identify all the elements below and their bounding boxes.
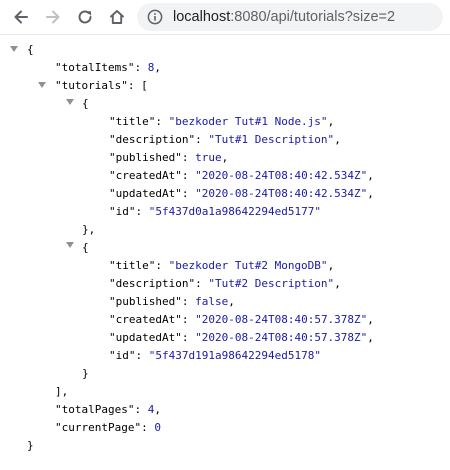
json-key: "totalPages" [55, 403, 135, 416]
json-line-totalpages: "totalPages": 4, [55, 403, 161, 416]
json-object-open: { [82, 241, 89, 254]
address-bar[interactable]: localhost:8080/api/tutorials?size=2 [137, 3, 443, 31]
url-host: localhost [173, 9, 231, 25]
back-arrow-icon [14, 10, 28, 24]
reload-icon [78, 10, 92, 24]
json-key: "updatedAt" [109, 331, 182, 344]
json-line-id: "id": "5f437d0a1a98642294ed5177" [109, 205, 321, 218]
json-line-updatedat: "updatedAt": "2020-08-24T08:40:42.534Z", [109, 187, 374, 200]
url-text: localhost:8080/api/tutorials?size=2 [173, 3, 395, 31]
json-line-tutorials: "tutorials": [ [55, 79, 148, 92]
json-key: "published" [109, 295, 182, 308]
json-line-published: "published": false, [109, 295, 235, 308]
home-icon [110, 10, 124, 24]
home-button[interactable] [104, 4, 130, 30]
reload-button[interactable] [72, 4, 98, 30]
json-value: "5f437d191a98642294ed5178" [148, 349, 321, 362]
json-value: "2020-08-24T08:40:57.378Z" [195, 331, 368, 344]
json-value: "Tut#2 Description" [208, 277, 335, 290]
json-line-id: "id": "5f437d191a98642294ed5178" [109, 349, 321, 362]
json-object-close: } [82, 367, 89, 380]
json-key: "totalItems" [55, 61, 135, 74]
json-value: 0 [154, 421, 161, 434]
json-line-totalitems: "totalItems": 8, [55, 61, 161, 74]
json-key: "id" [109, 349, 136, 362]
json-key: "createdAt" [109, 169, 182, 182]
json-line-createdat: "createdAt": "2020-08-24T08:40:57.378Z", [109, 313, 374, 326]
json-key: "id" [109, 205, 136, 218]
back-button[interactable] [8, 4, 34, 30]
json-viewer: { "totalItems": 8, "tutorials": [ { "tit… [0, 34, 450, 470]
json-key: "updatedAt" [109, 187, 182, 200]
json-line-description: "description": "Tut#1 Description", [109, 133, 341, 146]
forward-button[interactable] [40, 4, 66, 30]
json-value: "bezkoder Tut#2 MongoDB" [168, 259, 328, 272]
json-value: true [195, 151, 222, 164]
json-root-open: { [27, 43, 34, 56]
collapse-toggle-icon[interactable] [66, 99, 74, 105]
json-key: "title" [109, 115, 156, 128]
json-line-updatedat: "updatedAt": "2020-08-24T08:40:57.378Z", [109, 331, 374, 344]
json-line-published: "published": true, [109, 151, 229, 164]
json-key: "description" [109, 277, 196, 290]
info-icon[interactable] [147, 9, 163, 25]
json-line-createdat: "createdAt": "2020-08-24T08:40:42.534Z", [109, 169, 374, 182]
json-key: "description" [109, 133, 196, 146]
json-line-title: "title": "bezkoder Tut#2 MongoDB", [109, 259, 335, 272]
json-object-close: }, [82, 223, 96, 236]
collapse-toggle-icon[interactable] [38, 82, 46, 88]
json-key: "title" [109, 259, 156, 272]
json-object-open: { [82, 97, 89, 110]
collapse-toggle-icon[interactable] [10, 46, 18, 52]
json-key: "createdAt" [109, 313, 182, 326]
json-key: "tutorials" [55, 79, 128, 92]
collapse-toggle-icon[interactable] [66, 242, 74, 248]
json-key: "currentPage" [55, 421, 142, 434]
forward-arrow-icon [46, 10, 60, 24]
json-value: "2020-08-24T08:40:42.534Z" [195, 169, 368, 182]
json-value: "bezkoder Tut#1 Node.js" [168, 115, 328, 128]
json-value: false [195, 295, 229, 308]
json-line-currentpage: "currentPage": 0 [55, 421, 161, 434]
json-value: "5f437d0a1a98642294ed5177" [148, 205, 321, 218]
json-line-title: "title": "bezkoder Tut#1 Node.js", [109, 115, 335, 128]
json-value: "2020-08-24T08:40:57.378Z" [195, 313, 368, 326]
json-line-description: "description": "Tut#2 Description", [109, 277, 341, 290]
json-value: "2020-08-24T08:40:42.534Z" [195, 187, 368, 200]
browser-toolbar: localhost:8080/api/tutorials?size=2 [0, 0, 450, 35]
json-key: "published" [109, 151, 182, 164]
json-root-close: } [27, 439, 34, 452]
url-path: :8080/api/tutorials?size=2 [230, 9, 396, 25]
json-value: "Tut#1 Description" [208, 133, 335, 146]
json-array-close: ], [55, 385, 69, 398]
